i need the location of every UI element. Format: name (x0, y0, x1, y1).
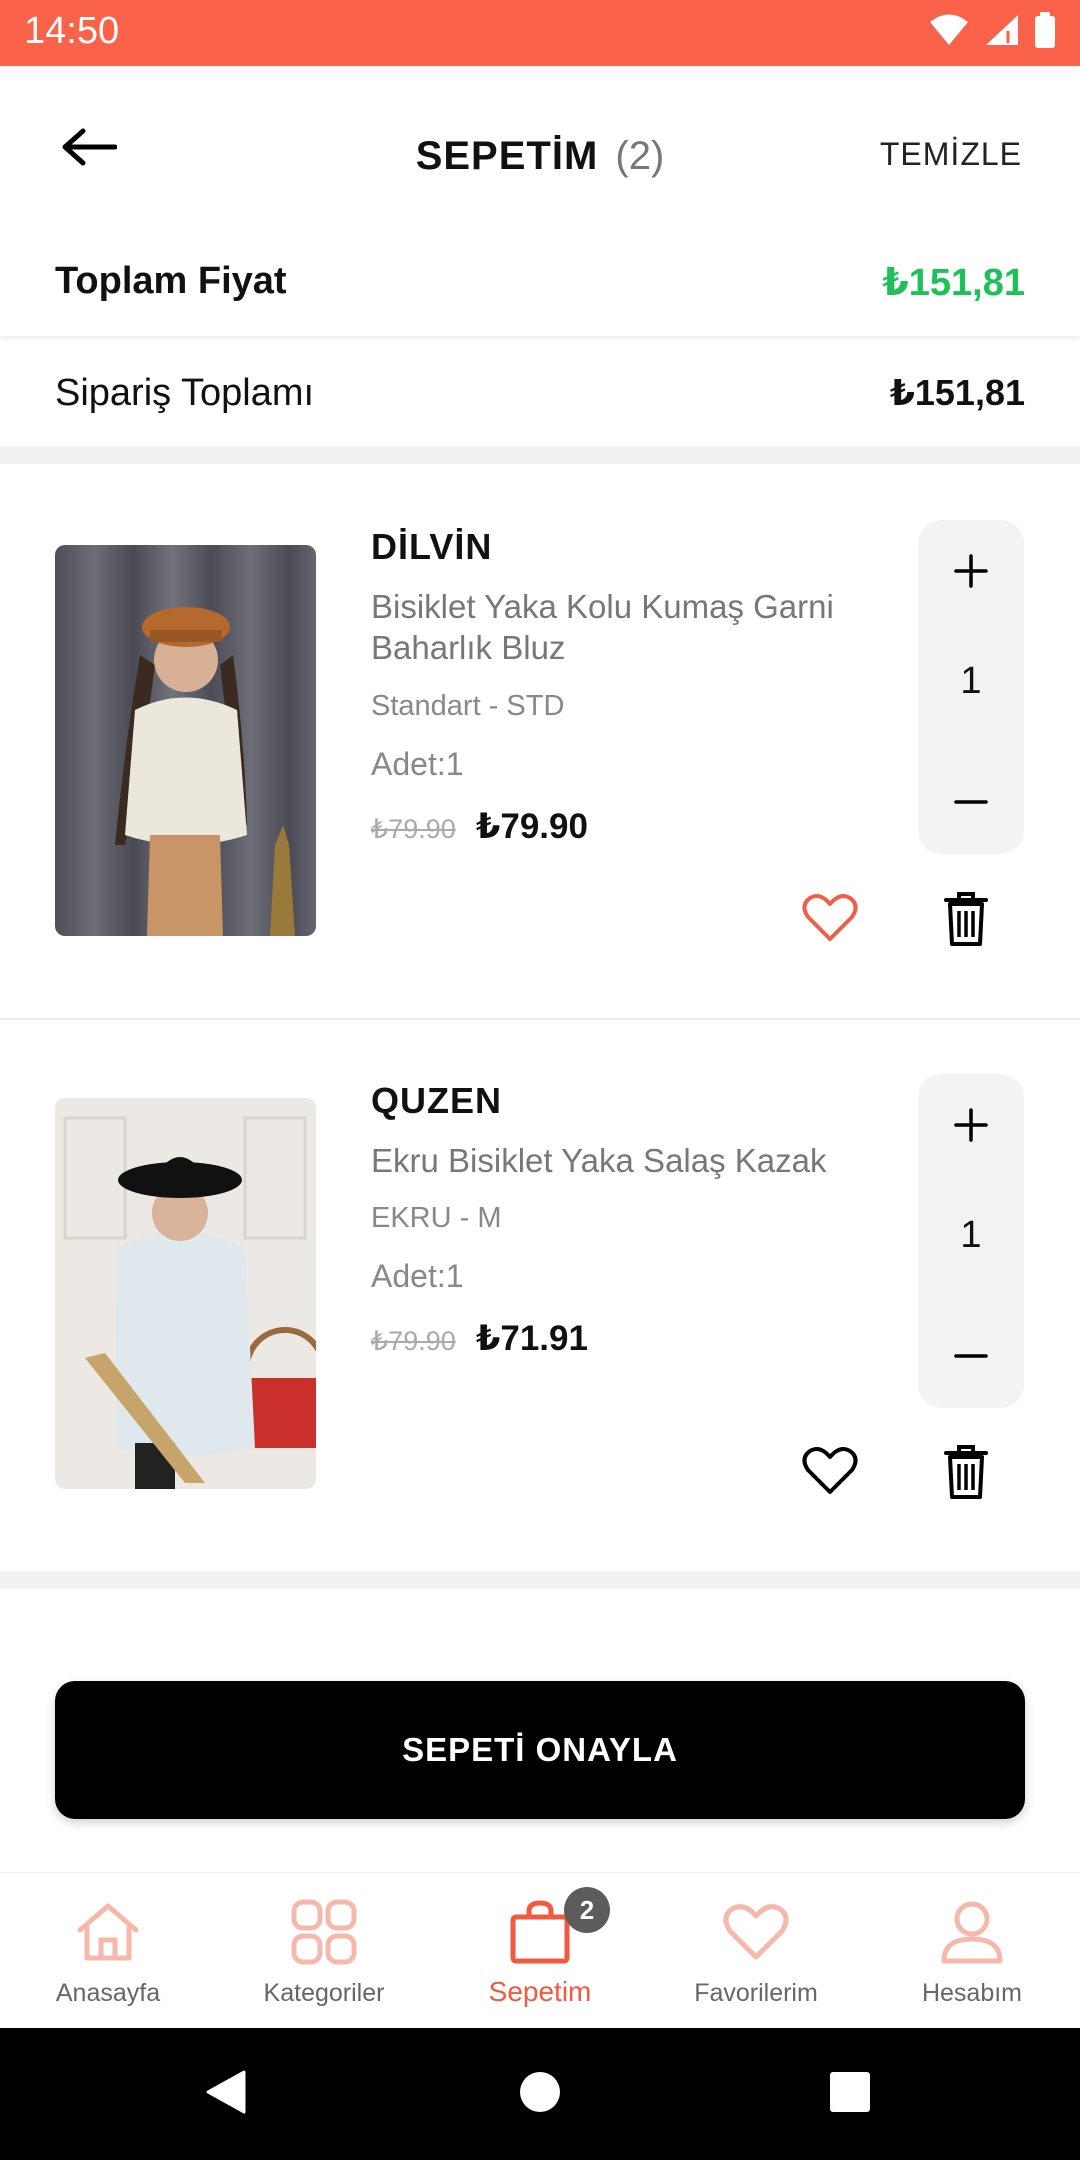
plus-icon (954, 1107, 988, 1147)
new-price: ₺71.91 (476, 1319, 588, 1358)
heart-icon (648, 1895, 864, 1969)
system-back-button[interactable] (196, 2064, 256, 2124)
nav-item-favorites[interactable]: Favorilerim (648, 1873, 864, 2028)
decrease-quantity-button[interactable] (918, 766, 1024, 836)
product-name[interactable]: Ekru Bisiklet Yaka Salaş Kazak (371, 1140, 891, 1181)
system-navigation-bar (0, 2028, 1080, 2160)
status-bar: 14:50 (0, 0, 1080, 66)
nav-item-categories[interactable]: Kategoriler (216, 1873, 432, 2028)
section-divider (0, 1571, 1080, 1589)
bottom-navigation: Anasayfa Kategoriler Sepetim Favorilerim… (0, 1872, 1080, 2028)
delete-item-button[interactable] (938, 890, 994, 952)
product-image[interactable] (55, 545, 316, 936)
system-recents-button[interactable] (820, 2064, 880, 2124)
confirm-cart-button[interactable]: SEPETİ ONAYLA (55, 1681, 1025, 1819)
home-circle-icon (518, 2070, 562, 2119)
favorite-button[interactable] (800, 893, 860, 947)
cart-item: DİLVİN Bisiklet Yaka Kolu Kumaş Garni Ba… (0, 464, 1080, 1016)
battery-icon (1034, 12, 1056, 53)
minus-icon (954, 792, 988, 810)
order-total-value: ₺151,81 (889, 372, 1025, 413)
product-quantity-text: Adet:1 (371, 746, 464, 782)
product-quantity-text: Adet:1 (371, 1258, 464, 1294)
total-price-row: Toplam Fiyat ₺151,81 (0, 226, 1080, 336)
product-variant: EKRU - M (371, 1202, 502, 1234)
user-icon (864, 1895, 1080, 1969)
product-image[interactable] (55, 1098, 316, 1489)
plus-icon (954, 553, 988, 593)
new-price: ₺79.90 (476, 807, 588, 846)
minus-icon (954, 1346, 988, 1364)
product-name[interactable]: Bisiklet Yaka Kolu Kumaş Garni Baharlık … (371, 586, 891, 668)
quantity-value: 1 (960, 1214, 982, 1256)
old-price: ₺79.90 (371, 1326, 456, 1356)
product-brand: DİLVİN (371, 526, 493, 567)
order-total-label: Sipariş Toplamı (55, 372, 315, 414)
nav-label: Hesabım (921, 1979, 1023, 2007)
decrease-quantity-button[interactable] (918, 1320, 1024, 1390)
product-brand: QUZEN (371, 1080, 502, 1121)
product-variant: Standart - STD (371, 690, 565, 722)
nav-label: Kategoriler (263, 1979, 385, 2007)
nav-item-home[interactable]: Anasayfa (0, 1873, 216, 2028)
delete-item-button[interactable] (938, 1443, 994, 1505)
nav-label: Anasayfa (55, 1979, 161, 2007)
signal-icon (984, 13, 1020, 52)
cart-item: QUZEN Ekru Bisiklet Yaka Salaş Kazak EKR… (0, 1018, 1080, 1570)
nav-label: Sepetim (488, 1976, 592, 2007)
increase-quantity-button[interactable] (918, 538, 1024, 608)
nav-item-cart[interactable]: Sepetim (432, 1873, 648, 2028)
home-icon (0, 1895, 216, 1969)
heart-outline-icon (802, 1446, 858, 1501)
quantity-stepper: 1 (918, 520, 1024, 854)
total-price-value: ₺151,81 (882, 262, 1025, 304)
system-home-button[interactable] (510, 2064, 570, 2124)
total-price-label: Toplam Fiyat (55, 260, 287, 302)
increase-quantity-button[interactable] (918, 1092, 1024, 1162)
wifi-icon (928, 13, 970, 52)
clear-cart-button[interactable]: TEMİZLE (880, 136, 1022, 173)
status-icons (928, 12, 1056, 53)
quantity-stepper: 1 (918, 1074, 1024, 1408)
recents-square-icon (828, 2070, 872, 2119)
grid-icon (216, 1895, 432, 1969)
heart-icon (802, 893, 858, 948)
trash-icon (943, 891, 989, 952)
page-title-text: SEPETİM (415, 134, 599, 178)
favorite-button[interactable] (800, 1446, 860, 1500)
status-time: 14:50 (24, 10, 120, 52)
trash-icon (943, 1444, 989, 1505)
app-header: SEPETİM (2) TEMİZLE (0, 66, 1080, 226)
section-divider (0, 446, 1080, 464)
nav-label: Favorilerim (694, 1979, 818, 2007)
cart-badge: 2 (564, 1887, 610, 1933)
quantity-value: 1 (960, 660, 982, 702)
shopping-bag-icon (432, 1895, 648, 1969)
old-price: ₺79.90 (371, 814, 456, 844)
cart-count: (2) (615, 134, 665, 178)
order-total-row: Sipariş Toplamı ₺151,81 (0, 340, 1080, 446)
nav-item-account[interactable]: Hesabım (864, 1873, 1080, 2028)
back-triangle-icon (204, 2068, 248, 2121)
